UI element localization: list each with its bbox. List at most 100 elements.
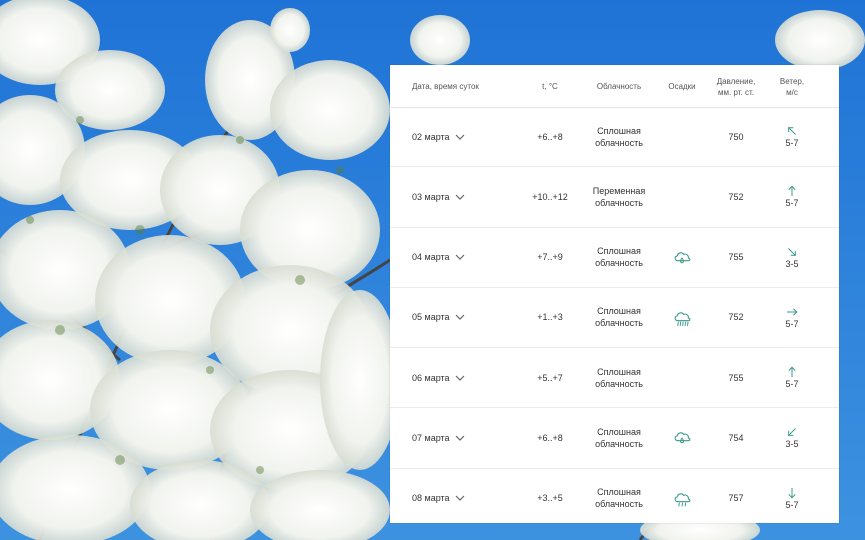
row-temperature: +6..+8 [537,432,563,443]
row-date: 02 марта [412,131,450,142]
row-date-toggle[interactable]: 02 марта [412,107,466,166]
row-wind-speed: 5-7 [785,138,799,148]
row-cloudiness-line1: Сплошная [597,487,641,498]
row-precipitation [661,288,703,347]
row-cloudiness: Сплошная облачность [585,348,653,407]
row-wind: 3-5 [770,228,814,287]
row-precipitation [661,348,703,407]
row-wind: 5-7 [770,107,814,166]
table-row: 08 марта +3..+5 Сплошная облачность 757 5-7 [390,469,839,528]
weather-forecast-table: Дата, время суток t, °C Облачность Осадк… [390,65,839,523]
row-pressure: 752 [728,312,744,323]
row-date: 07 марта [412,432,450,443]
row-cloudiness: Сплошная облачность [585,469,653,528]
row-pressure: 757 [728,493,744,504]
row-wind: 5-7 [770,469,814,528]
wind-direction-arrow-icon [788,487,796,499]
row-precipitation [661,469,703,528]
chevron-down-icon[interactable] [454,373,466,383]
row-cloudiness-line1: Сплошная [597,306,641,317]
header-wind: Ветер, м/с [770,76,814,98]
header-date: Дата, время суток [412,82,479,91]
wind-direction-arrow-icon [788,366,796,378]
row-date-toggle[interactable]: 05 марта [412,288,466,347]
row-precipitation [661,167,703,226]
wind-direction-arrow-icon [787,308,798,316]
chevron-down-icon[interactable] [454,312,466,322]
row-cloudiness-line2: облачность [595,438,643,449]
row-precipitation [661,408,703,467]
rain-drop-cloud-icon [674,432,691,444]
row-date: 08 марта [412,493,450,504]
heavy-rain-cloud-icon [674,312,691,326]
row-temperature: +10..+12 [532,191,568,202]
row-date: 06 марта [412,372,450,383]
row-cloudiness: Сплошная облачность [585,288,653,347]
table-row: 06 марта +5..+7 Сплошная облачность 755 5-7 [390,348,839,409]
row-pressure: 752 [728,191,744,202]
header-precipitation: Осадки [668,82,696,91]
header-wind-line2: м/с [786,88,798,97]
row-precipitation [661,228,703,287]
wind-direction-arrow-icon [788,247,796,256]
rain-drop-cloud-icon [674,251,691,263]
row-temperature: +7..+9 [537,252,563,263]
row-cloudiness: Сплошная облачность [585,408,653,467]
row-cloudiness-line2: облачность [595,258,643,269]
wind-direction-arrow-icon [788,185,796,197]
row-pressure: 754 [728,432,744,443]
row-pressure: 755 [728,372,744,383]
row-date-toggle[interactable]: 07 марта [412,408,466,467]
row-date-toggle[interactable]: 03 марта [412,167,466,226]
row-wind-speed: 3-5 [785,439,799,450]
row-date: 04 марта [412,252,450,263]
row-cloudiness-line1: Сплошная [597,246,641,257]
header-cloudiness: Облачность [596,82,642,91]
row-cloudiness-line1: Сплошная [597,125,641,136]
row-cloudiness-line1: Сплошная [597,426,641,437]
row-wind-speed: 5-7 [785,318,799,329]
row-pressure: 755 [728,252,744,263]
row-cloudiness-line2: облачность [595,197,643,208]
row-wind: 5-7 [770,348,814,407]
chevron-down-icon[interactable] [454,132,466,142]
chevron-down-icon[interactable] [454,192,466,202]
table-row: 04 марта +7..+9 Сплошная облачность 755 3-5 [390,228,839,288]
row-cloudiness: Переменная облачность [585,167,653,226]
row-date: 05 марта [412,312,450,323]
header-temperature: t, °C [542,82,558,91]
table-body: 02 марта +6..+8 Сплошная облачность 750 5-7 03… [390,107,839,528]
wind-direction-arrow-icon [788,127,796,135]
chevron-down-icon[interactable] [454,433,466,443]
chevron-down-icon[interactable] [454,252,466,262]
rain-cloud-icon [674,493,691,507]
row-wind: 3-5 [770,408,814,467]
row-cloudiness-line2: облачность [595,378,643,389]
row-precipitation [661,107,703,166]
row-temperature: +5..+7 [537,372,563,383]
table-row: 02 марта +6..+8 Сплошная облачность 750 5-7 [390,107,839,168]
row-date: 03 марта [412,191,450,202]
row-temperature: +6..+8 [537,131,563,142]
row-wind: 5-7 [770,167,814,226]
row-cloudiness: Сплошная облачность [585,107,653,166]
row-date-toggle[interactable]: 06 марта [412,348,466,407]
header-pressure-line2: мм. рт. ст. [718,88,754,97]
wind-direction-arrow-icon [788,428,796,437]
table-header: Дата, время суток t, °C Облачность Осадк… [390,65,839,108]
row-wind-speed: 5-7 [785,379,799,390]
header-pressure-line1: Давление, [716,77,756,86]
table-row: 03 марта +10..+12 Переменная облачность 752 5… [390,167,839,228]
row-wind-speed: 3-5 [785,258,799,269]
header-wind-line1: Ветер, [779,77,805,86]
chevron-down-icon[interactable] [454,493,466,503]
row-cloudiness-line1: Сплошная [597,366,641,377]
row-date-toggle[interactable]: 04 марта [412,228,466,287]
row-wind: 5-7 [770,288,814,347]
row-cloudiness-line2: облачность [595,318,643,329]
row-temperature: +3..+5 [537,493,563,504]
row-temperature: +1..+3 [537,312,563,323]
row-date-toggle[interactable]: 08 марта [412,469,466,528]
row-wind-speed: 5-7 [785,499,799,510]
table-row: 07 марта +6..+8 Сплошная облачность 754 3-5 [390,408,839,469]
